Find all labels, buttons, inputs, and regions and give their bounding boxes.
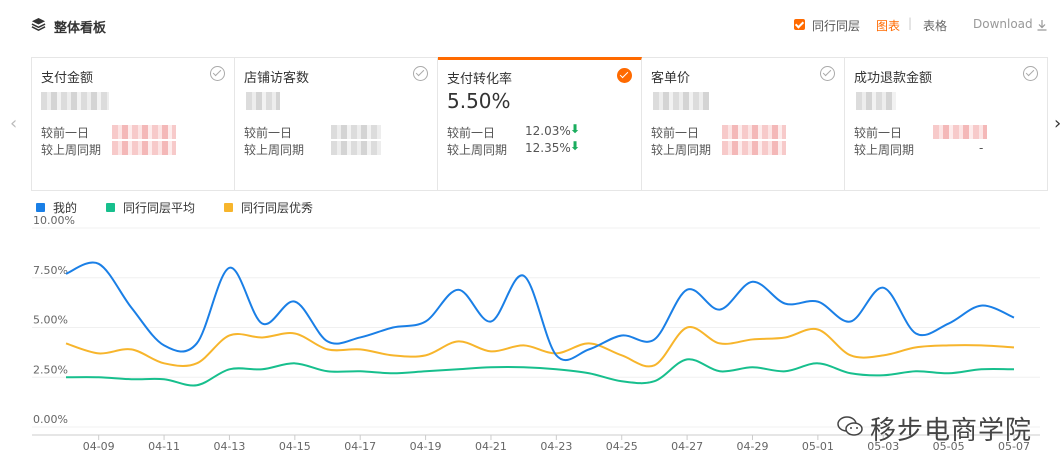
series-line-1 — [65, 358, 1015, 387]
y-tick-label: 10.00% — [33, 215, 75, 227]
x-tick-label: 04-27 — [671, 440, 703, 453]
arrow-down-icon: ⬇ — [570, 139, 581, 153]
redacted-value — [653, 92, 709, 110]
check-circle-icon[interactable] — [1023, 66, 1038, 81]
week-change-value: - — [979, 141, 984, 155]
download-icon[interactable] — [1036, 19, 1048, 31]
y-tick-label: 2.50% — [33, 363, 68, 376]
redacted-day-change — [933, 125, 987, 139]
x-tick-label: 04-25 — [606, 440, 638, 453]
week-compare-label: 较上周同期 — [854, 143, 915, 157]
x-tick-label: 04-09 — [83, 440, 115, 453]
metric-card-conversion-rate[interactable]: 支付转化率 5.50% 较前一日 较上周同期 12.03% ⬇ 12.35% ⬇ — [438, 57, 642, 191]
metric-card-avg-order-value[interactable]: 客单价 较前一日 较上周同期 — [642, 58, 845, 190]
metric-cards: 支付金额 较前一日 较上周同期 店铺访客数 较前一日 较上周同期 支付转化率 5… — [31, 57, 1048, 191]
legend-swatch — [224, 203, 233, 212]
day-compare-label: 较前一日 — [651, 126, 700, 140]
day-compare-label: 较前一日 — [244, 126, 293, 140]
y-tick-label: 5.00% — [33, 314, 68, 327]
metric-card-visitors[interactable]: 店铺访客数 较前一日 较上周同期 — [235, 58, 438, 190]
card-title: 支付转化率 — [447, 72, 513, 87]
carousel-next-arrow[interactable]: › — [1054, 113, 1061, 134]
card-title: 支付金额 — [41, 71, 94, 86]
redacted-value — [41, 92, 109, 110]
legend-label: 我的 — [53, 201, 78, 215]
redacted-value — [246, 92, 280, 110]
carousel-prev-arrow[interactable]: ‹ — [10, 113, 17, 134]
x-tick-label: 04-21 — [475, 440, 507, 453]
card-value: 5.50% — [447, 89, 511, 113]
x-tick-label: 04-29 — [736, 440, 768, 453]
legend-label: 同行同层平均 — [123, 201, 196, 215]
x-tick-label: 04-17 — [344, 440, 376, 453]
metric-card-refund-amount[interactable]: 成功退款金额 较前一日 较上周同期 - — [845, 58, 1047, 190]
redacted-day-change — [331, 125, 381, 139]
y-tick-label: 7.50% — [33, 264, 68, 277]
arrow-down-icon: ⬇ — [570, 122, 581, 136]
x-tick-label: 04-19 — [410, 440, 442, 453]
day-compare-label: 较前一日 — [41, 126, 90, 140]
view-chart-toggle[interactable]: 图表 — [876, 17, 900, 34]
card-title: 成功退款金额 — [854, 71, 933, 86]
watermark-text: 移步电商学院 — [870, 416, 1033, 446]
legend-label: 同行同层优秀 — [241, 201, 314, 215]
week-compare-label: 较上周同期 — [447, 143, 508, 157]
overview-panel: 整体看板 同行同层 图表 | 表格 Download ‹ › 支付金额 较前一日… — [0, 0, 1061, 473]
week-compare-label: 较上周同期 — [651, 143, 712, 157]
legend-item-mine[interactable]: 我的 — [36, 199, 77, 216]
x-tick-label: 05-01 — [802, 440, 834, 453]
check-circle-icon[interactable] — [413, 66, 428, 81]
check-circle-icon[interactable] — [617, 68, 632, 83]
legend-item-peer-average[interactable]: 同行同层平均 — [106, 199, 195, 216]
wechat-icon — [837, 416, 863, 436]
layers-icon — [31, 17, 46, 31]
legend-item-peer-excellent[interactable]: 同行同层优秀 — [224, 199, 313, 216]
metric-card-payment-amount[interactable]: 支付金额 较前一日 较上周同期 — [32, 58, 235, 190]
check-circle-icon[interactable] — [820, 66, 835, 81]
redacted-week-change — [331, 141, 381, 155]
legend-swatch — [36, 203, 45, 212]
week-change-value: 12.35% — [525, 141, 571, 155]
x-tick-label: 04-23 — [540, 440, 572, 453]
card-title: 店铺访客数 — [244, 71, 310, 86]
peer-compare-checkbox[interactable] — [794, 19, 805, 30]
panel-title: 整体看板 — [54, 21, 107, 36]
redacted-week-change — [722, 141, 786, 155]
check-circle-icon[interactable] — [210, 66, 225, 81]
download-button[interactable]: Download — [973, 17, 1033, 31]
week-compare-label: 较上周同期 — [244, 143, 305, 157]
day-compare-label: 较前一日 — [447, 126, 496, 140]
view-table-toggle[interactable]: 表格 — [923, 17, 947, 34]
view-separator: | — [908, 16, 913, 30]
x-tick-label: 04-13 — [213, 440, 245, 453]
day-compare-label: 较前一日 — [854, 126, 903, 140]
redacted-week-change — [112, 141, 176, 155]
x-tick-label: 04-15 — [279, 440, 311, 453]
redacted-day-change — [112, 125, 176, 139]
redacted-day-change — [722, 125, 786, 139]
day-change-value: 12.03% — [525, 124, 571, 138]
legend-swatch — [106, 203, 115, 212]
week-compare-label: 较上周同期 — [41, 143, 102, 157]
redacted-value — [856, 92, 896, 110]
x-tick-label: 04-11 — [148, 440, 180, 453]
card-title: 客单价 — [651, 71, 691, 86]
series-line-2 — [65, 326, 1015, 368]
series-line-0 — [65, 261, 1015, 362]
peer-compare-label[interactable]: 同行同层 — [812, 17, 860, 34]
y-tick-label: 0.00% — [33, 413, 68, 426]
